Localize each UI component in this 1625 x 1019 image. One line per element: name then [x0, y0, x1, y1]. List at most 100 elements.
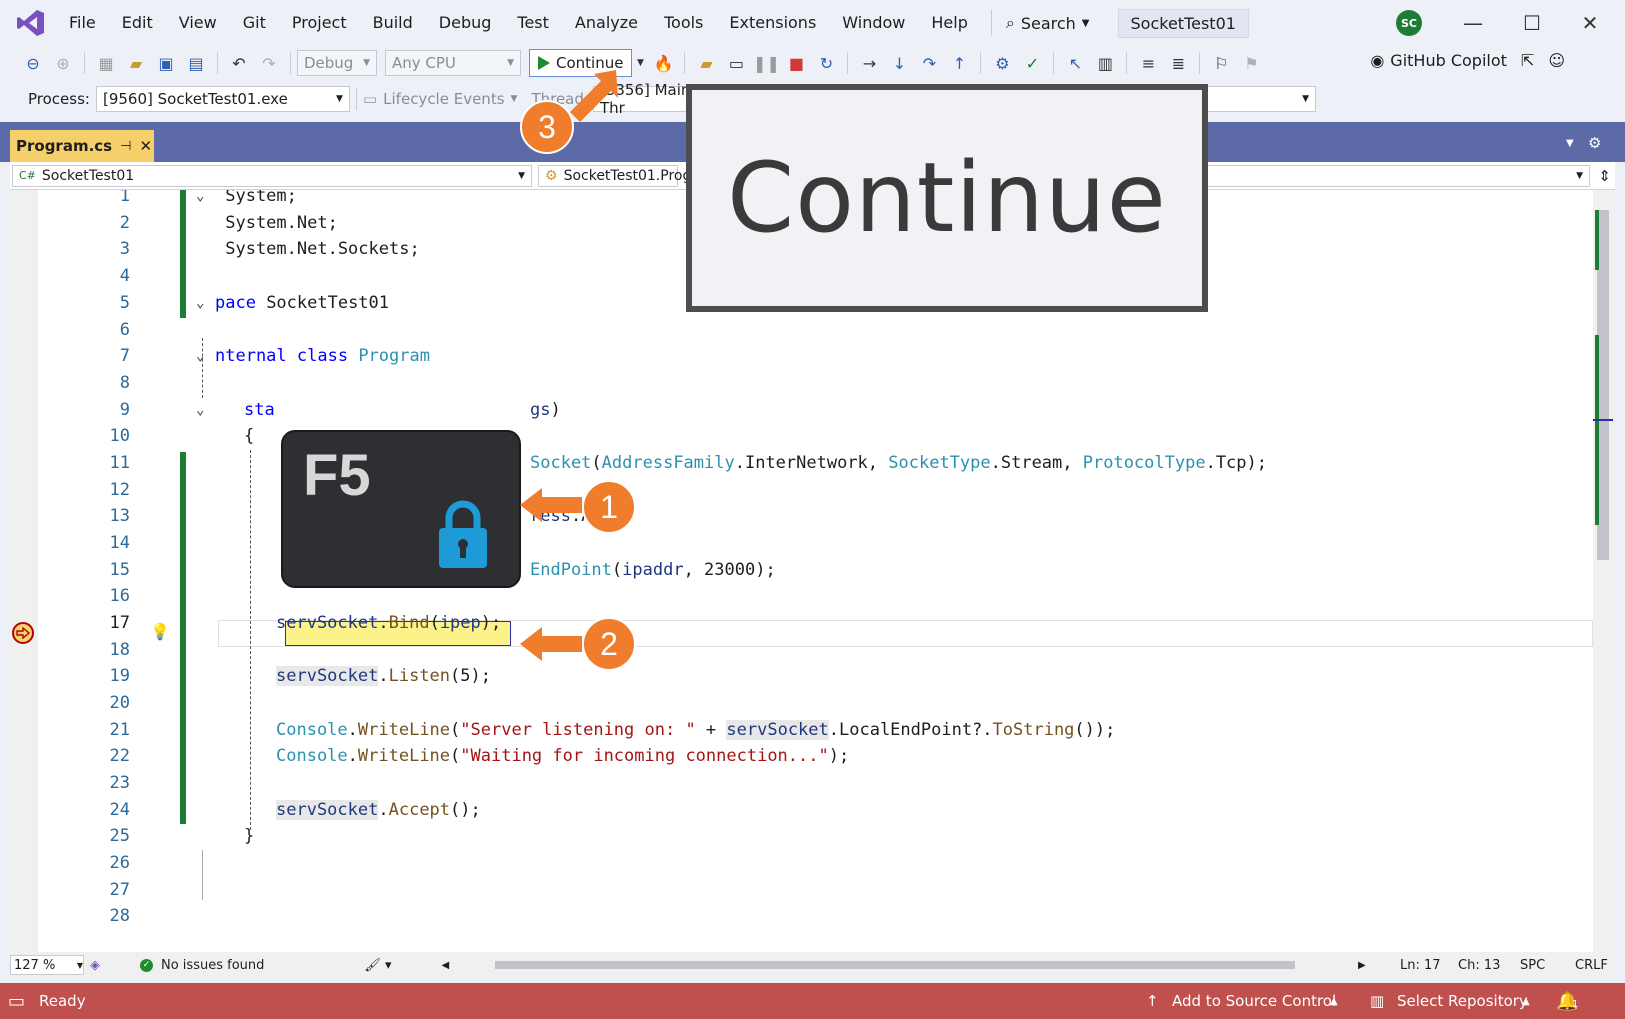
toolbar-divider	[1199, 52, 1201, 74]
navigate-back-icon[interactable]: ⊖	[20, 50, 46, 76]
uncomment-icon[interactable]: ≣	[1165, 50, 1191, 76]
stop-debugging-icon[interactable]: ■	[783, 50, 809, 76]
menu-extensions[interactable]: Extensions	[716, 0, 829, 46]
diagnostics-icon[interactable]: ⚙	[989, 50, 1015, 76]
menu-debug[interactable]: Debug	[426, 0, 505, 46]
menu-edit[interactable]: Edit	[109, 0, 166, 46]
spell-check-icon[interactable]: ✓	[1019, 50, 1045, 76]
scroll-left-icon[interactable]: ◀	[442, 960, 450, 971]
chevron-down-icon: ▼	[363, 58, 370, 68]
platform-value: Any CPU	[392, 54, 456, 72]
collapse-icon[interactable]: ⌄	[196, 190, 204, 210]
platform-select[interactable]: Any CPU ▼	[385, 50, 521, 76]
select-element-icon[interactable]: ↖	[1062, 50, 1088, 76]
collapse-icon[interactable]: ⌄	[196, 343, 204, 370]
scroll-right-icon[interactable]: ▶	[1358, 960, 1366, 971]
collapse-icon[interactable]: ⌄	[196, 290, 204, 317]
menu-analyze[interactable]: Analyze	[562, 0, 651, 46]
menu-view[interactable]: View	[166, 0, 230, 46]
select-repository-button[interactable]: Select Repository	[1397, 992, 1528, 1010]
menu-test[interactable]: Test	[504, 0, 562, 46]
project-nav-value: SocketTest01	[41, 167, 135, 184]
scroll-change-marker	[1595, 210, 1599, 270]
line-number: 28	[109, 906, 130, 926]
menu-build[interactable]: Build	[360, 0, 426, 46]
solution-name-badge: SocketTest01	[1117, 8, 1249, 38]
debug-window-icon[interactable]: ▭	[723, 50, 749, 76]
code-line: 26	[10, 850, 1593, 877]
continue-dropdown-icon[interactable]: ▼	[634, 50, 646, 76]
close-icon[interactable]: ✕	[1575, 8, 1605, 38]
line-number: 11	[109, 453, 130, 473]
collapse-icon[interactable]: ⌄	[196, 397, 204, 424]
split-editor-icon[interactable]: ⇕	[1598, 167, 1611, 185]
menu-file[interactable]: File	[56, 0, 109, 46]
save-all-icon[interactable]: ▤	[183, 50, 209, 76]
undo-icon[interactable]: ↶	[226, 50, 252, 76]
step-over-icon[interactable]: ↷	[916, 50, 942, 76]
stack-frame-select[interactable]: ▼	[1200, 86, 1316, 112]
column-indicator[interactable]: Ch: 13	[1458, 958, 1500, 973]
cleanup-icon[interactable]: 🖌 ▾	[364, 958, 391, 973]
chevron-down-icon: ▼	[518, 170, 525, 181]
menu-tools[interactable]: Tools	[651, 0, 716, 46]
line-indicator[interactable]: Ln: 17	[1400, 958, 1441, 973]
code-line: 19 servSocket.Listen(5);	[10, 663, 1593, 690]
menu-help[interactable]: Help	[918, 0, 980, 46]
configuration-select[interactable]: Debug ▼	[297, 50, 377, 76]
step-into-icon[interactable]: ↓	[886, 50, 912, 76]
show-next-statement-icon[interactable]: →	[856, 50, 882, 76]
layout-icon[interactable]: ▥	[1092, 50, 1118, 76]
project-nav-select[interactable]: C# SocketTest01 ▼	[12, 164, 532, 187]
search-box[interactable]: ⌕ Search ▼	[990, 10, 1104, 36]
output-icon[interactable]: ▭	[8, 991, 25, 1012]
step-out-icon[interactable]: ↑	[946, 50, 972, 76]
issues-indicator[interactable]: ✓ No issues found	[140, 958, 264, 973]
find-in-files-icon[interactable]: ▰	[693, 50, 719, 76]
type-nav-select[interactable]: ⚙ SocketTest01.Prog	[538, 164, 691, 187]
code-line: 8	[10, 370, 1593, 397]
share-icon[interactable]: ⇱	[1521, 51, 1534, 70]
restart-icon[interactable]: ↻	[813, 50, 839, 76]
navigate-forward-icon[interactable]: ⊕	[50, 50, 76, 76]
horizontal-scrollbar-thumb[interactable]	[495, 961, 1295, 969]
toolbar-divider	[217, 52, 218, 74]
save-icon[interactable]: ▣	[153, 50, 179, 76]
repository-icon: ▥	[1370, 992, 1385, 1010]
next-bookmark-icon[interactable]: ⚑	[1238, 50, 1264, 76]
chevron-down-icon: ▼	[76, 960, 83, 970]
member-nav-select[interactable]: s) ▼	[1190, 164, 1590, 187]
new-project-icon[interactable]: ▦	[93, 50, 119, 76]
settings-gear-icon[interactable]: ⚙	[1588, 134, 1601, 152]
pin-icon[interactable]: ⊣	[120, 139, 131, 154]
intellicode-icon[interactable]: ◈	[90, 958, 100, 973]
code-line: 20	[10, 690, 1593, 717]
github-copilot-button[interactable]: ◉ GitHub Copilot ⇱ ☺	[1370, 51, 1565, 70]
minimize-icon[interactable]: —	[1458, 8, 1488, 38]
line-number: 4	[119, 266, 130, 286]
close-tab-icon[interactable]: ✕	[139, 137, 152, 155]
lifecycle-events-button[interactable]: Lifecycle Events	[383, 90, 504, 108]
redo-icon[interactable]: ↷	[256, 50, 282, 76]
bookmark-icon[interactable]: ⚐	[1208, 50, 1234, 76]
process-select[interactable]: [9560] SocketTest01.exe ▼	[95, 86, 350, 112]
vertical-scrollbar[interactable]	[1593, 190, 1615, 952]
add-to-source-control-button[interactable]: Add to Source Control	[1172, 992, 1336, 1010]
comment-out-icon[interactable]: ≡	[1135, 50, 1161, 76]
avatar[interactable]: SC	[1396, 10, 1422, 36]
menu-git[interactable]: Git	[230, 0, 279, 46]
hot-reload-icon[interactable]: 🔥	[650, 50, 676, 76]
open-folder-icon[interactable]: ▰	[123, 50, 149, 76]
menu-window[interactable]: Window	[829, 0, 918, 46]
line-ending-indicator[interactable]: CRLF	[1575, 958, 1608, 973]
toolbar-divider	[1126, 52, 1128, 74]
visual-studio-logo-icon	[17, 10, 44, 36]
feedback-icon[interactable]: ☺	[1548, 51, 1565, 70]
tab-overflow-icon[interactable]: ▼	[1566, 138, 1574, 149]
tab-program-cs[interactable]: Program.cs ⊣ ✕	[10, 130, 154, 162]
menu-project[interactable]: Project	[279, 0, 360, 46]
maximize-icon[interactable]: ☐	[1517, 8, 1547, 38]
zoom-select[interactable]: 127 % ▼	[10, 955, 84, 975]
spacing-indicator[interactable]: SPC	[1520, 958, 1545, 973]
break-all-icon[interactable]: ❚❚	[753, 50, 780, 76]
